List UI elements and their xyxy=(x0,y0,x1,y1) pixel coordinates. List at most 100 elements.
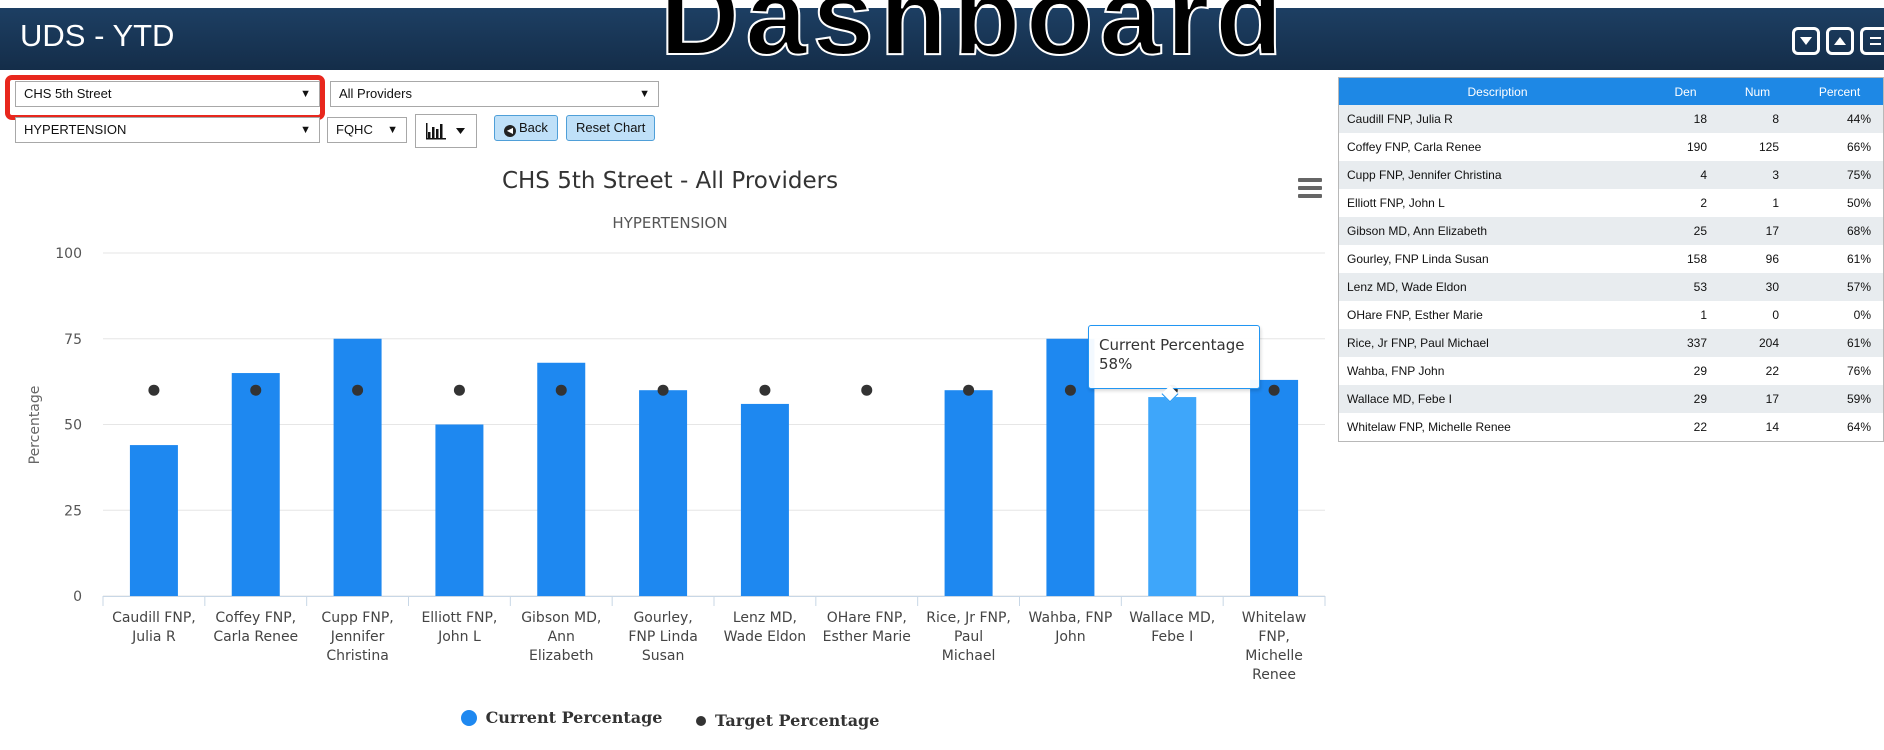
cell-num: 0 xyxy=(1721,301,1793,329)
cell-den: 53 xyxy=(1649,273,1721,301)
cell-description: Caudill FNP, Julia R xyxy=(1339,105,1649,133)
bar-current-percentage xyxy=(1148,397,1197,596)
x-category-label-line: Christina xyxy=(326,648,388,664)
cell-den: 158 xyxy=(1649,245,1721,273)
point-target-percentage xyxy=(861,384,873,396)
x-category-label-line: Gourley, xyxy=(633,610,692,626)
cell-num: 204 xyxy=(1721,329,1793,357)
cell-percent: 68% xyxy=(1793,217,1883,245)
table-row[interactable]: Caudill FNP, Julia R 18 8 44% xyxy=(1339,105,1883,133)
cell-den: 22 xyxy=(1649,413,1721,441)
cell-num: 8 xyxy=(1721,105,1793,133)
bar-current-percentage xyxy=(1250,379,1299,596)
cell-description: Gourley, FNP Linda Susan xyxy=(1339,245,1649,273)
cell-description: Rice, Jr FNP, Paul Michael xyxy=(1339,329,1649,357)
table-row[interactable]: Wahba, FNP John 29 22 76% xyxy=(1339,357,1883,385)
point-target-percentage xyxy=(1064,384,1076,396)
x-category-label-line: Whitelaw xyxy=(1242,610,1307,626)
x-category-label-line: Paul xyxy=(954,629,983,645)
x-category-label: Gourley, FNP Linda Susan xyxy=(628,610,697,664)
point-target-percentage xyxy=(759,384,771,396)
cell-percent: 75% xyxy=(1793,161,1883,189)
cell-den: 337 xyxy=(1649,329,1721,357)
y-tick-label: 25 xyxy=(64,503,82,519)
bar-current-percentage xyxy=(944,390,993,596)
cell-num: 125 xyxy=(1721,133,1793,161)
table-row[interactable]: Whitelaw FNP, Michelle Renee 22 14 64% xyxy=(1339,413,1883,441)
cell-percent: 66% xyxy=(1793,133,1883,161)
cell-den: 4 xyxy=(1649,161,1721,189)
cell-description: Wahba, FNP John xyxy=(1339,357,1649,385)
point-target-percentage xyxy=(1268,384,1280,396)
table-row[interactable]: Cupp FNP, Jennifer Christina 4 3 75% xyxy=(1339,161,1883,189)
bar-current-percentage xyxy=(129,445,178,596)
x-category-label-line: John xyxy=(1054,629,1085,645)
col-description[interactable]: Description xyxy=(1339,78,1649,105)
cell-description: Whitelaw FNP, Michelle Renee xyxy=(1339,413,1649,441)
x-category-label: Gibson MD, Ann Elizabeth xyxy=(521,610,601,664)
x-category-label-line: OHare FNP, xyxy=(827,610,907,626)
point-target-percentage xyxy=(453,384,465,396)
table-row[interactable]: Coffey FNP, Carla Renee 190 125 66% xyxy=(1339,133,1883,161)
cell-percent: 44% xyxy=(1793,105,1883,133)
x-category-label: OHare FNP, Esther Marie xyxy=(823,610,911,645)
cell-den: 190 xyxy=(1649,133,1721,161)
x-category-label-line: Rice, Jr FNP, xyxy=(926,610,1011,626)
table-row[interactable]: Rice, Jr FNP, Paul Michael 337 204 61% xyxy=(1339,329,1883,357)
table-row[interactable]: OHare FNP, Esther Marie 1 0 0% xyxy=(1339,301,1883,329)
cell-num: 17 xyxy=(1721,217,1793,245)
table-row[interactable]: Elliott FNP, John L 2 1 50% xyxy=(1339,189,1883,217)
cell-percent: 59% xyxy=(1793,385,1883,413)
expand-icon[interactable] xyxy=(1826,27,1854,55)
x-category-label-line: Susan xyxy=(642,648,685,664)
x-category-label-line: Cupp FNP, xyxy=(321,610,393,626)
x-category-label-line: FNP Linda xyxy=(628,629,697,645)
cell-den: 18 xyxy=(1649,105,1721,133)
cell-den: 1 xyxy=(1649,301,1721,329)
cell-num: 3 xyxy=(1721,161,1793,189)
table-row[interactable]: Wallace MD, Febe I 29 17 59% xyxy=(1339,385,1883,413)
cell-description: Elliott FNP, John L xyxy=(1339,189,1649,217)
x-category-label: Cupp FNP, Jennifer Christina xyxy=(321,610,393,664)
x-category-label-line: Michael xyxy=(942,648,996,664)
bar-current-percentage xyxy=(740,403,789,596)
x-category-label-line: Febe I xyxy=(1151,629,1193,645)
x-category-label-line: Caudill FNP, xyxy=(112,610,196,626)
table-row[interactable]: Gourley, FNP Linda Susan 158 96 61% xyxy=(1339,245,1883,273)
x-category-label-line: Elliott FNP, xyxy=(421,610,497,626)
cell-num: 17 xyxy=(1721,385,1793,413)
tooltip-series: Current Percentage xyxy=(1099,336,1245,354)
cell-description: OHare FNP, Esther Marie xyxy=(1339,301,1649,329)
chart-tooltip: Current Percentage 58% xyxy=(1088,325,1260,389)
results-table: Description Den Num Percent Caudill FNP,… xyxy=(1338,77,1884,442)
table-body: Caudill FNP, Julia R 18 8 44% Coffey FNP, Ca… xyxy=(1339,105,1883,441)
x-category-label: Whitelaw FNP, Michelle Renee xyxy=(1242,610,1307,683)
col-num[interactable]: Num xyxy=(1721,78,1793,105)
legend-item-target[interactable]: Target Percentage xyxy=(696,711,879,730)
collapse-icon[interactable] xyxy=(1792,27,1820,55)
x-category-label: Wahba, FNP John xyxy=(1029,610,1113,645)
cell-percent: 61% xyxy=(1793,245,1883,273)
table-row[interactable]: Lenz MD, Wade Eldon 53 30 57% xyxy=(1339,273,1883,301)
x-category-label-line: Renee xyxy=(1252,667,1296,683)
y-tick-label: 0 xyxy=(73,589,82,605)
bar-current-percentage xyxy=(333,338,382,596)
bar-current-percentage xyxy=(639,390,688,596)
legend-item-current[interactable]: Current Percentage xyxy=(460,708,662,727)
cell-description: Coffey FNP, Carla Renee xyxy=(1339,133,1649,161)
table-header-row: Description Den Num Percent xyxy=(1339,78,1883,105)
point-target-percentage xyxy=(657,384,669,396)
col-percent[interactable]: Percent xyxy=(1793,78,1883,105)
x-category-label-line: Lenz MD, xyxy=(733,610,797,626)
cell-percent: 0% xyxy=(1793,301,1883,329)
point-target-percentage xyxy=(148,384,160,396)
cell-percent: 50% xyxy=(1793,189,1883,217)
cell-num: 96 xyxy=(1721,245,1793,273)
col-den[interactable]: Den xyxy=(1649,78,1721,105)
menu-lines-icon[interactable] xyxy=(1860,27,1884,55)
x-category-label-line: Ann xyxy=(548,629,575,645)
cell-percent: 61% xyxy=(1793,329,1883,357)
cell-den: 25 xyxy=(1649,217,1721,245)
table-row[interactable]: Gibson MD, Ann Elizabeth 25 17 68% xyxy=(1339,217,1883,245)
chart-legend: Current Percentage Target Percentage xyxy=(0,708,1340,730)
